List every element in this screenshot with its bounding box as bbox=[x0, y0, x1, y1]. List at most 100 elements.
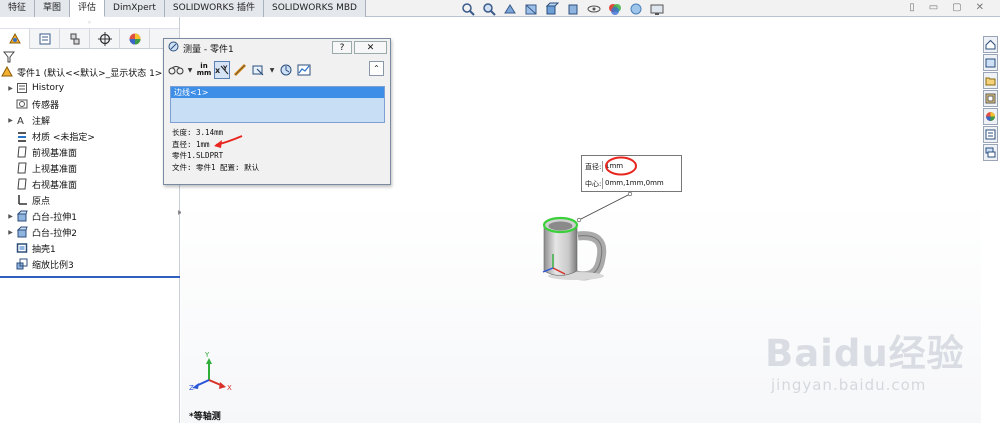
help-button[interactable]: ? bbox=[332, 41, 352, 54]
tab-mbd[interactable]: SOLIDWORKS MBD bbox=[264, 0, 366, 17]
tree-item-origin[interactable]: 原点 bbox=[0, 192, 179, 208]
tree-item-boss-extrude-1[interactable]: ▶ 凸台-拉伸1 bbox=[0, 208, 179, 224]
svg-text:A: A bbox=[17, 116, 24, 126]
result-part: 零件1.SLDPRT bbox=[172, 151, 224, 160]
chevron-down-icon[interactable]: ▼ bbox=[268, 67, 276, 74]
feature-manager-icon[interactable] bbox=[0, 29, 30, 49]
tab-addins[interactable]: SOLIDWORKS 插件 bbox=[164, 0, 264, 17]
units-mm-label: mm bbox=[196, 69, 212, 77]
file-explorer-icon[interactable] bbox=[983, 72, 998, 89]
part-root[interactable]: 零件1 (默认<<默认>_显示状态 1>) bbox=[0, 64, 179, 80]
close-icon[interactable]: ✕ bbox=[976, 2, 984, 13]
maximize-icon[interactable]: ▢ bbox=[952, 2, 961, 13]
filter-icon[interactable] bbox=[0, 49, 179, 64]
panel-grip[interactable]: ◦ bbox=[0, 17, 179, 29]
tree-item-boss-extrude-2[interactable]: ▶ 凸台-拉伸2 bbox=[0, 224, 179, 240]
design-library-icon[interactable] bbox=[983, 54, 998, 71]
history-icon bbox=[15, 82, 29, 94]
measure-dialog-title: 测量 - 零件1 bbox=[183, 44, 234, 55]
plane-icon bbox=[15, 178, 29, 190]
view-orientation-label: *等轴测 bbox=[189, 412, 221, 422]
hide-show-icon[interactable] bbox=[584, 1, 603, 16]
svg-text:x: x bbox=[215, 66, 221, 75]
callout-center-row: 中心: 0mm,1mm,0mm bbox=[585, 177, 664, 190]
scale-icon bbox=[15, 258, 29, 270]
view-orientation-icon[interactable] bbox=[542, 1, 561, 16]
minimize-icon[interactable]: ▭ bbox=[929, 2, 938, 13]
tree-item-material[interactable]: 材质 <未指定> bbox=[0, 128, 179, 144]
display-manager-icon[interactable] bbox=[120, 29, 150, 49]
tree-item-shell-1[interactable]: 抽壳1 bbox=[0, 240, 179, 256]
collapse-button[interactable]: ⌃ bbox=[369, 61, 384, 76]
dimxpert-manager-icon[interactable] bbox=[90, 29, 120, 49]
configuration-manager-icon[interactable] bbox=[60, 29, 90, 49]
tab-dimxpert[interactable]: DimXpert bbox=[105, 0, 165, 17]
expand-icon[interactable]: ▶ bbox=[6, 213, 15, 220]
chevron-down-icon[interactable]: ▼ bbox=[186, 67, 194, 74]
view-palette-icon[interactable] bbox=[983, 90, 998, 107]
tree-item-label: 原点 bbox=[32, 196, 51, 207]
shell-icon bbox=[15, 242, 29, 254]
highlight-arrow bbox=[214, 135, 243, 148]
tree-item-history[interactable]: ▶ History bbox=[0, 80, 179, 96]
create-sensor-icon[interactable] bbox=[296, 61, 312, 79]
sensor-icon bbox=[15, 98, 29, 110]
mug-handle bbox=[575, 231, 607, 281]
tab-features[interactable]: 特征 bbox=[0, 0, 36, 17]
custom-properties-icon[interactable] bbox=[983, 126, 998, 143]
home-icon[interactable] bbox=[983, 36, 998, 53]
projection-icon[interactable] bbox=[250, 61, 266, 79]
tree-item-label: 抽壳1 bbox=[32, 244, 56, 255]
expand-icon[interactable]: ▶ bbox=[6, 229, 15, 236]
result-file: 文件: 零件1 配置: 默认 bbox=[172, 162, 260, 172]
measure-history-icon[interactable] bbox=[278, 61, 294, 79]
apply-scene-icon[interactable] bbox=[626, 1, 645, 16]
tree-item-top-plane[interactable]: 上视基准面 bbox=[0, 160, 179, 176]
section-view-icon[interactable] bbox=[521, 1, 540, 16]
selection-list[interactable]: 边线<1> bbox=[170, 86, 385, 123]
edit-appearance-icon[interactable] bbox=[605, 1, 624, 16]
plane-icon bbox=[15, 162, 29, 174]
appearances-icon[interactable] bbox=[983, 108, 998, 125]
tab-sketch[interactable]: 草图 bbox=[35, 0, 71, 17]
tree-item-right-plane[interactable]: 右视基准面 bbox=[0, 176, 179, 192]
callout-diameter-key: 直径: bbox=[585, 162, 602, 171]
tree-item-sensors[interactable]: 传感器 bbox=[0, 96, 179, 112]
previous-view-icon[interactable] bbox=[500, 1, 519, 16]
feature-manager-panel: ◦ 零件1 (默认<<默认>_显示状态 1>) ▶ History 传感器 ▶ … bbox=[0, 17, 183, 423]
zoom-area-icon[interactable] bbox=[479, 1, 498, 16]
command-manager-bar: 特征 草图 评估 DimXpert SOLIDWORKS 插件 SOLIDWOR… bbox=[0, 0, 1000, 17]
annotation-icon: A bbox=[15, 114, 29, 126]
origin-icon bbox=[15, 194, 29, 206]
material-icon bbox=[15, 130, 29, 142]
restore-pane-icon[interactable]: ▯ bbox=[909, 2, 915, 13]
tree-item-label: 凸台-拉伸1 bbox=[32, 212, 77, 223]
point-to-point-icon[interactable] bbox=[232, 61, 248, 79]
arc-circle-measure-icon[interactable] bbox=[168, 61, 184, 79]
show-xyz-icon[interactable]: xY bbox=[214, 61, 230, 79]
highlight-circle bbox=[605, 156, 637, 176]
selection-item[interactable]: 边线<1> bbox=[171, 87, 384, 98]
tab-evaluate[interactable]: 评估 bbox=[70, 0, 106, 17]
tree-item-annotations[interactable]: ▶ A 注解 bbox=[0, 112, 179, 128]
view-settings-icon[interactable] bbox=[647, 1, 666, 16]
expand-icon[interactable]: ▶ bbox=[6, 117, 15, 124]
feature-tree: 零件1 (默认<<默认>_显示状态 1>) ▶ History 传感器 ▶ A … bbox=[0, 64, 180, 278]
triad-z-label: Z bbox=[189, 384, 194, 392]
extrude-icon bbox=[15, 210, 29, 222]
tree-item-label: 注解 bbox=[32, 116, 51, 127]
display-style-icon[interactable] bbox=[563, 1, 582, 16]
property-manager-icon[interactable] bbox=[30, 29, 60, 49]
tree-item-label: 上视基准面 bbox=[32, 164, 78, 175]
units-precision-button[interactable]: in mm bbox=[196, 61, 212, 79]
zoom-to-fit-icon[interactable] bbox=[458, 1, 477, 16]
window-controls: ▯ ▭ ▢ ✕ bbox=[909, 2, 984, 13]
tree-item-label: 缩放比例3 bbox=[32, 260, 74, 271]
close-button[interactable]: ✕ bbox=[354, 41, 387, 54]
rollback-bar[interactable] bbox=[0, 276, 180, 278]
tree-item-front-plane[interactable]: 前视基准面 bbox=[0, 144, 179, 160]
callout-center-key: 中心: bbox=[585, 179, 602, 188]
tree-item-scale-3[interactable]: 缩放比例3 bbox=[0, 256, 179, 272]
forum-icon[interactable] bbox=[983, 144, 998, 161]
expand-icon[interactable]: ▶ bbox=[6, 85, 15, 92]
